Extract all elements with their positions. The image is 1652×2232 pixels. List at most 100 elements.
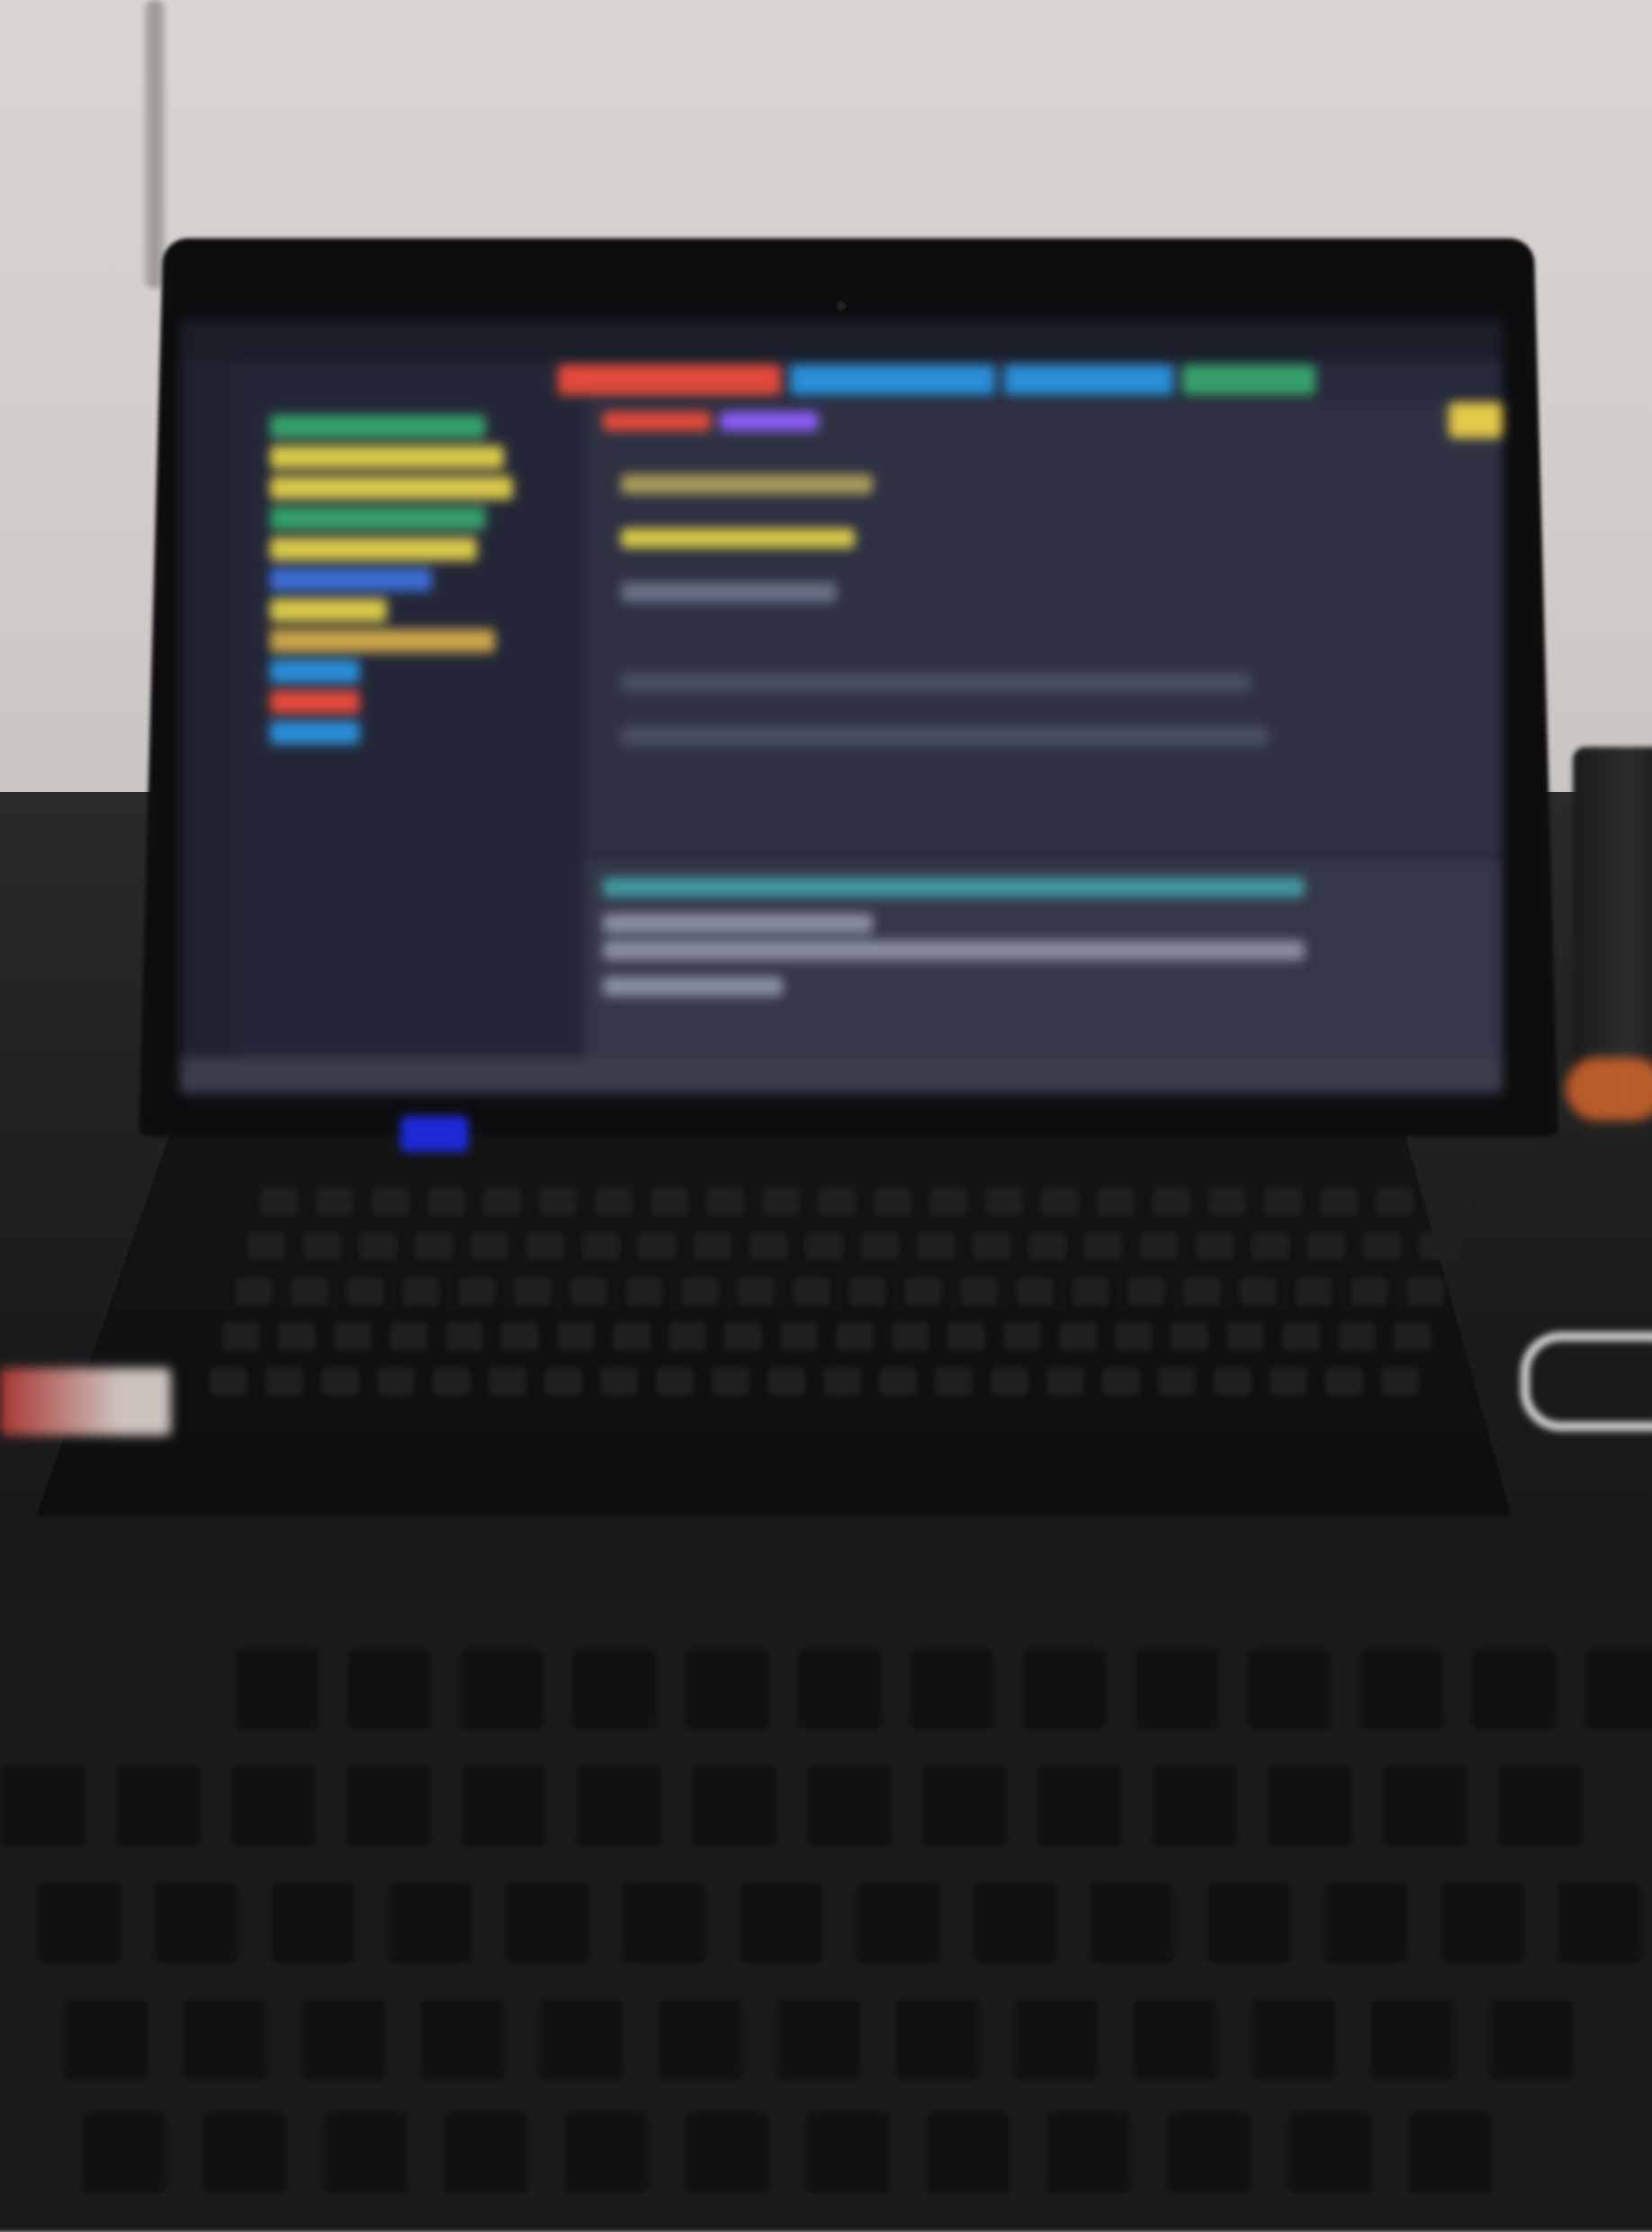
keyboard-key [459, 1647, 545, 1724]
keyboard-key [806, 1764, 893, 1841]
code-line [621, 474, 873, 494]
laptop-key [905, 1278, 941, 1305]
laptop-key [1339, 1323, 1375, 1350]
editor-tabs [558, 364, 1503, 402]
keyboard-key [1488, 1998, 1575, 2075]
laptop-key [992, 1368, 1028, 1395]
laptop-key [849, 1278, 885, 1305]
tab[interactable] [1004, 364, 1173, 395]
code-highlight [720, 411, 819, 431]
laptop-key [471, 1233, 507, 1260]
hanging-cable [144, 0, 166, 288]
laptop-key [669, 1323, 705, 1350]
laptop-key [317, 1188, 353, 1215]
keyboard-key [1471, 1647, 1558, 1724]
laptop-key [1172, 1323, 1208, 1350]
keyboard-key [387, 1881, 473, 1958]
keyboard-key [322, 2110, 409, 2188]
laptop-key [1326, 1368, 1362, 1395]
laptop-key [806, 1233, 842, 1260]
keyboard-key [738, 1881, 824, 1958]
keyboard-key [1267, 1764, 1353, 1841]
code-line [621, 672, 1251, 692]
keyboard-key [1246, 1647, 1333, 1724]
power-indicator-icon [400, 1116, 469, 1152]
laptop-key [651, 1188, 687, 1215]
laptop-key [596, 1188, 632, 1215]
laptop-key [1395, 1323, 1431, 1350]
laptop-key [1154, 1188, 1190, 1215]
laptop-key [1377, 1188, 1413, 1215]
laptop-key [1308, 1233, 1344, 1260]
laptop-key [1085, 1233, 1121, 1260]
laptop-key [502, 1323, 538, 1350]
keyboard-key [230, 1764, 317, 1841]
tree-item [270, 476, 513, 500]
keyboard-key [571, 1647, 658, 1724]
keyboard-key [909, 1647, 995, 1724]
laptop-key [373, 1188, 409, 1215]
tree-item [270, 598, 387, 622]
keyboard-key [153, 1881, 239, 1958]
keyboard-key [301, 1998, 387, 2075]
laptop-key [1209, 1188, 1245, 1215]
keyboard-key [621, 1881, 707, 1958]
keyboard-key [115, 1764, 202, 1841]
keyboard-key [804, 2110, 891, 2188]
tab[interactable] [558, 364, 781, 395]
tree-item [270, 568, 432, 591]
keyboard-key [855, 1881, 941, 1958]
keyboard-key [1166, 2110, 1252, 2188]
laptop-key [1321, 1188, 1357, 1215]
laptop-key [713, 1368, 749, 1395]
keyboard-key [1037, 1764, 1123, 1841]
laptop-key [248, 1233, 284, 1260]
laptop-key [292, 1278, 328, 1305]
laptop-key [1351, 1278, 1387, 1305]
laptop-key [446, 1323, 482, 1350]
webcam-icon [837, 302, 846, 310]
laptop-key [335, 1323, 371, 1350]
terminal-line [603, 976, 783, 996]
keyboard-key [1013, 1998, 1100, 2075]
laptop-key [639, 1233, 675, 1260]
tab[interactable] [1182, 364, 1315, 395]
keyboard-key [443, 2110, 529, 2188]
keyboard-key [1407, 2110, 1494, 2188]
laptop-key [601, 1368, 637, 1395]
laptop-key [266, 1368, 302, 1395]
keyboard-key [1557, 1881, 1643, 1958]
laptop-key [1141, 1233, 1177, 1260]
laptop-key [1364, 1233, 1400, 1260]
laptop-key [484, 1188, 520, 1215]
keyboard-key [1046, 2110, 1132, 2188]
keyboard-key [182, 1998, 268, 2075]
code-highlight [603, 411, 711, 431]
keyboard-key [538, 1998, 624, 2075]
laptop-key [1283, 1323, 1319, 1350]
tree-item [270, 721, 360, 744]
tab[interactable] [790, 364, 995, 395]
keyboard-key [346, 1764, 432, 1841]
laptop-key [880, 1368, 916, 1395]
laptop-key [781, 1323, 817, 1350]
tree-item [270, 660, 360, 683]
keyboard-key [925, 2110, 1011, 2188]
keyboard-key [1089, 1881, 1175, 1958]
laptop-key [682, 1278, 718, 1305]
laptop-key [1420, 1233, 1456, 1260]
laptop-key [540, 1188, 576, 1215]
keyboard-key [776, 1998, 862, 2075]
tree-item [270, 446, 504, 469]
laptop-key [279, 1323, 315, 1350]
laptop-key [322, 1368, 358, 1395]
keyboard-key [1359, 1647, 1445, 1724]
laptop-key [750, 1233, 786, 1260]
laptop-key [961, 1278, 997, 1305]
status-bar [180, 1058, 1503, 1094]
keyboard-key [1584, 1647, 1652, 1724]
keyboard-key [684, 2110, 770, 2188]
laptop-key [862, 1233, 898, 1260]
tree-item [270, 690, 360, 714]
keyboard-key [202, 2110, 288, 2188]
